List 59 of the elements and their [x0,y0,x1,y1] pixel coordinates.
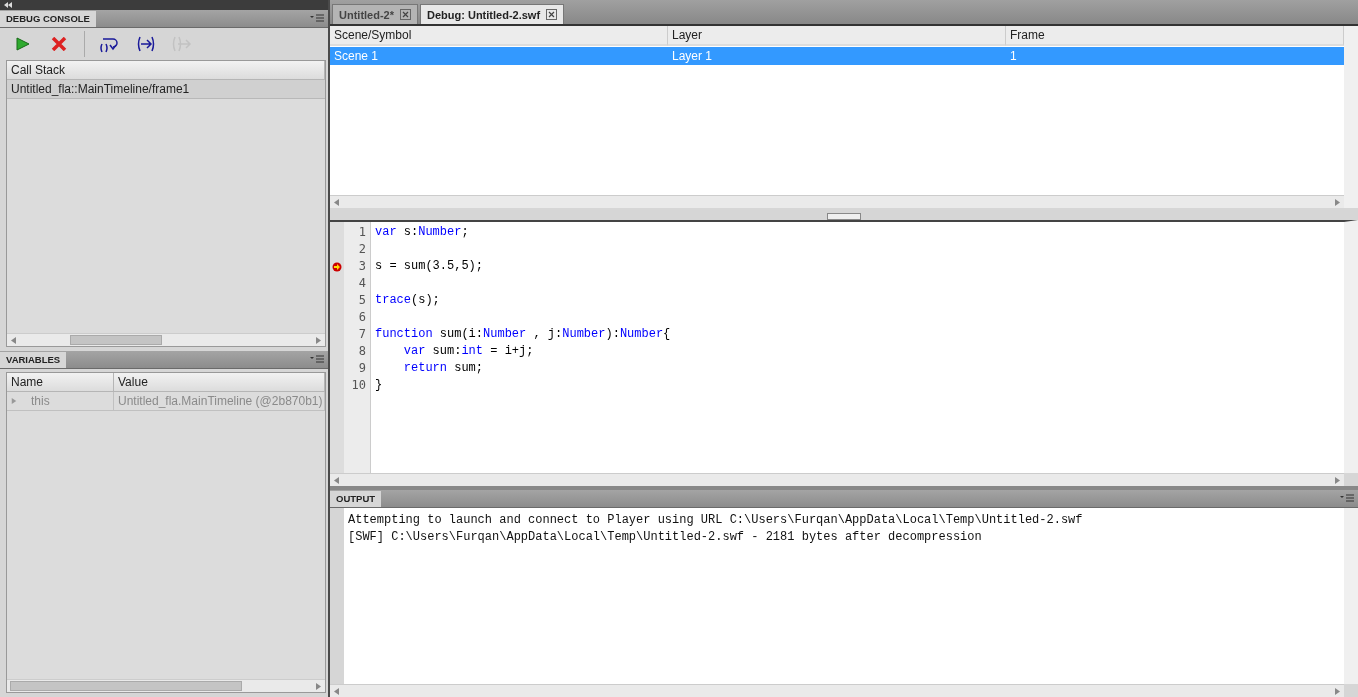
line-number: 1 [358,224,366,241]
line-number: 6 [358,309,366,326]
expand-icon[interactable] [11,397,17,405]
line-number: 2 [358,241,366,258]
horizontal-scrollbar[interactable] [7,679,325,692]
output-text: Attempting to launch and connect to Player using URL C:\Users\Furqan\AppData\Local\Temp\Untitled-2.swf [SWF] C:\Users\Furqan\AppData\Local\Temp\Untitled-2.swf - 2181 bytes after decompression [347,512,1084,546]
panel-menu-icon[interactable] [1340,494,1354,502]
code-line: var sum:int = i+j; [402,343,535,360]
line-number: 7 [358,326,366,343]
horizontal-scrollbar[interactable] [7,333,325,346]
splitter-handle[interactable] [827,213,861,220]
horizontal-scrollbar[interactable] [330,473,1344,486]
document-tab[interactable]: Untitled-2* [332,4,418,24]
scroll-left-icon[interactable] [334,198,339,206]
line-number: 9 [358,360,366,377]
column-header: Name [7,373,114,392]
scroll-right-icon[interactable] [316,336,321,344]
collapse-icon[interactable] [4,2,12,8]
code-line: trace(s); [375,292,441,309]
horizontal-scrollbar[interactable] [330,195,1344,208]
horizontal-scrollbar[interactable] [330,684,1344,697]
code-line: function sum(i:Number , j:Number):Number{ [375,326,672,343]
column-header: Call Stack [7,61,325,80]
column-header: Value [114,373,325,392]
scroll-right-icon[interactable] [1335,687,1340,695]
document-tab[interactable]: Debug: Untitled-2.swf [420,4,565,24]
code-line: return sum; [402,360,485,377]
scroll-right-icon[interactable] [1335,476,1340,484]
scroll-left-icon[interactable] [334,476,339,484]
breakpoint-arrow-icon [332,261,342,272]
code-line: } [375,377,384,394]
line-number: 10 [351,377,366,394]
close-icon [51,37,67,51]
step-over-icon [100,35,120,53]
variable-name: this [31,394,50,408]
column-header: Layer [668,26,1006,46]
code-line: s = sum(3.5,5); [375,258,485,275]
panel-menu-icon[interactable] [310,14,324,22]
line-number: 8 [358,343,366,360]
close-icon[interactable] [400,9,411,20]
table-cell: Untitled_fla.MainTimeline (@2b870b1) [114,392,325,411]
panel-tab[interactable]: DEBUG CONSOLE [0,11,96,27]
line-number: 4 [358,275,366,292]
panel-tab[interactable]: OUTPUT [330,491,382,507]
line-number: 5 [358,292,366,309]
line-number: 3 [358,258,366,275]
close-icon[interactable] [546,9,558,20]
column-header: Frame [1006,26,1344,46]
call-stack-row[interactable]: Untitled_fla::MainTimeline/frame1 [7,80,325,99]
column-header: Scene/Symbol [330,26,668,46]
scroll-right-icon[interactable] [1335,198,1340,206]
panel-menu-icon[interactable] [310,355,324,363]
scroll-left-icon[interactable] [11,336,16,344]
step-in-icon [136,35,156,53]
scroll-right-icon[interactable] [316,682,321,690]
panel-tab[interactable]: VARIABLES [0,352,67,368]
play-icon [16,37,30,51]
scroll-left-icon[interactable] [334,687,339,695]
code-line: var s:Number; [375,224,470,241]
